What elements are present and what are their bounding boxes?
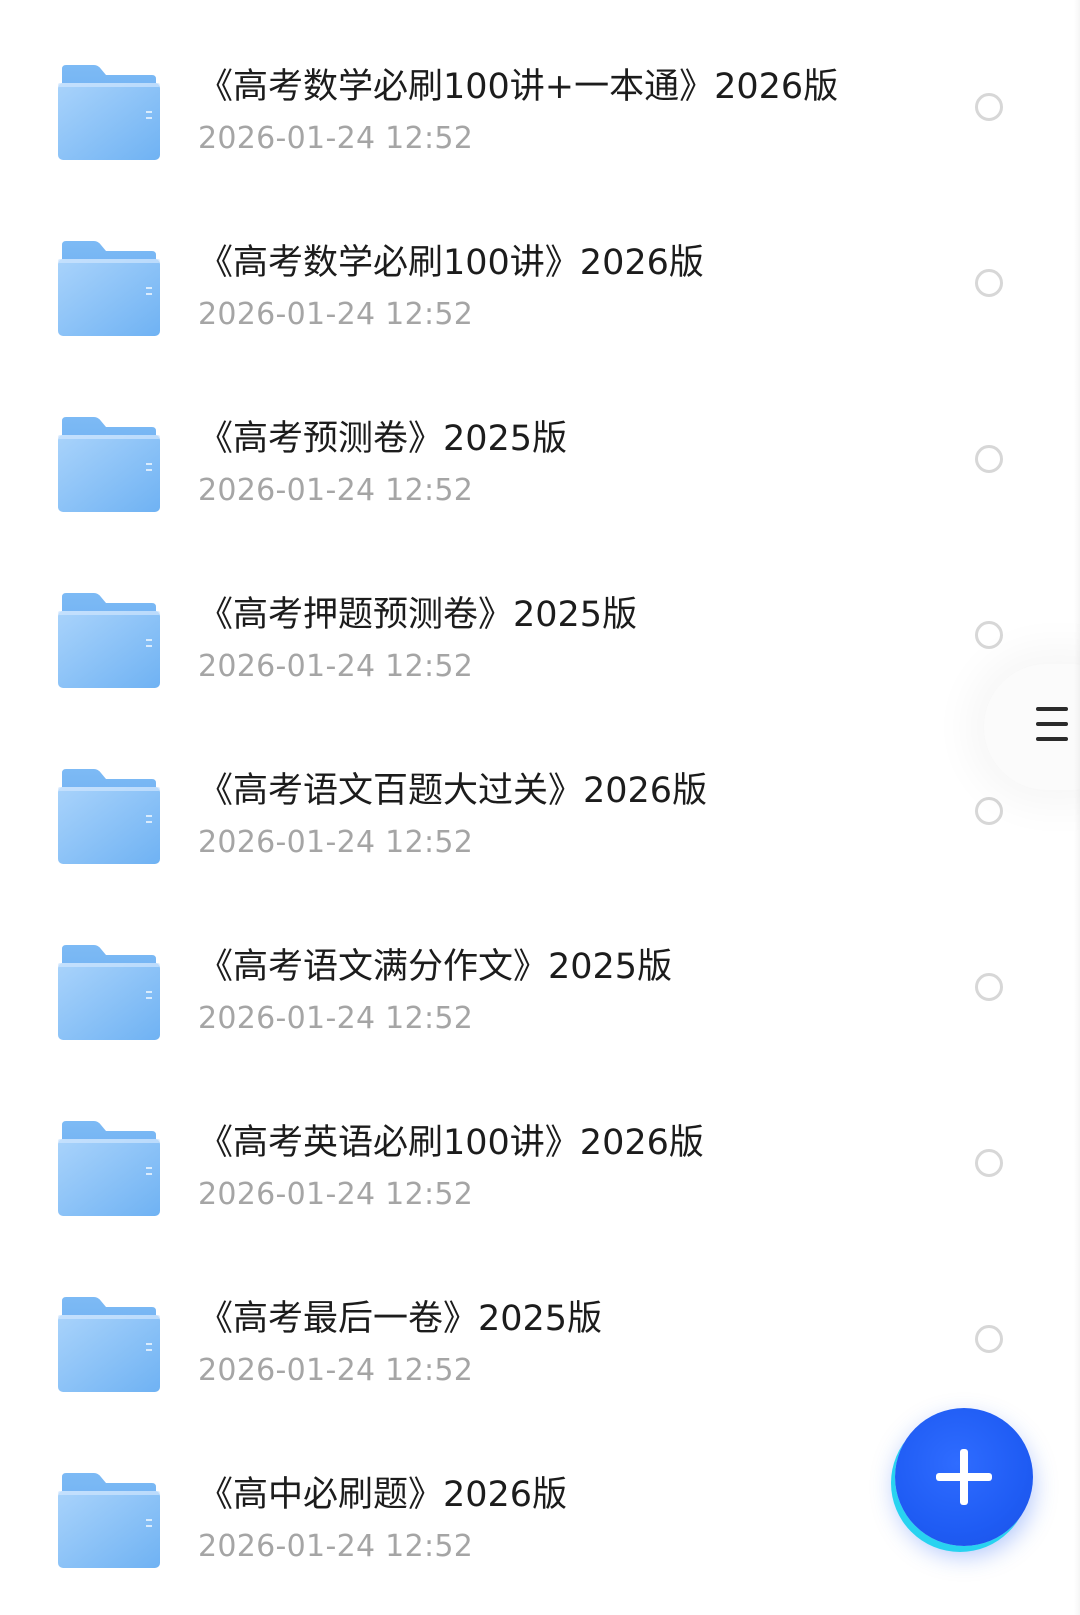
- file-name: 《高考数学必刷100讲+一本通》2026版: [198, 67, 839, 107]
- folder-icon: [58, 945, 160, 1040]
- folder-icon: [58, 241, 160, 336]
- file-row[interactable]: 《高考最后一卷》2025版 2026-01-24 12:52: [0, 1257, 1080, 1433]
- select-radio[interactable]: [975, 93, 1003, 121]
- file-modified-date: 2026-01-24 12:52: [198, 473, 474, 508]
- file-row[interactable]: 《高考数学必刷100讲》2026版 2026-01-24 12:52: [0, 201, 1080, 377]
- edge-shade: [1074, 0, 1080, 1615]
- file-name: 《高考预测卷》2025版: [198, 419, 568, 459]
- file-row[interactable]: 《高考英语必刷100讲》2026版 2026-01-24 12:52: [0, 1081, 1080, 1257]
- select-radio[interactable]: [975, 797, 1003, 825]
- file-name: 《高考英语必刷100讲》2026版: [198, 1123, 704, 1163]
- folder-icon: [58, 1297, 160, 1392]
- file-row[interactable]: 《高考预测卷》2025版 2026-01-24 12:52: [0, 377, 1080, 553]
- folder-icon: [58, 1473, 160, 1568]
- file-row[interactable]: 《高考数学必刷100讲+一本通》2026版 2026-01-24 12:52: [0, 25, 1080, 201]
- file-row[interactable]: 《高考语文百题大过关》2026版 2026-01-24 12:52: [0, 729, 1080, 905]
- file-name: 《高考最后一卷》2025版: [198, 1299, 603, 1339]
- select-radio[interactable]: [975, 1149, 1003, 1177]
- plus-icon: [936, 1449, 992, 1505]
- file-row[interactable]: 《高考押题预测卷》2025版 2026-01-24 12:52: [0, 553, 1080, 729]
- file-name: 《高考数学必刷100讲》2026版: [198, 243, 704, 283]
- file-row[interactable]: 《高考语文满分作文》2025版 2026-01-24 12:52: [0, 905, 1080, 1081]
- select-radio[interactable]: [975, 621, 1003, 649]
- file-name: 《高考押题预测卷》2025版: [198, 595, 638, 635]
- file-modified-date: 2026-01-24 12:52: [198, 121, 474, 156]
- select-radio[interactable]: [975, 269, 1003, 297]
- folder-icon: [58, 1121, 160, 1216]
- folder-icon: [58, 65, 160, 160]
- file-modified-date: 2026-01-24 12:52: [198, 1353, 474, 1388]
- file-modified-date: 2026-01-24 12:52: [198, 649, 474, 684]
- menu-lines-icon[interactable]: [1036, 707, 1068, 741]
- folder-icon: [58, 769, 160, 864]
- file-modified-date: 2026-01-24 12:52: [198, 1001, 474, 1036]
- file-modified-date: 2026-01-24 12:52: [198, 297, 474, 332]
- file-name: 《高考语文满分作文》2025版: [198, 947, 673, 987]
- file-modified-date: 2026-01-24 12:52: [198, 825, 474, 860]
- select-radio[interactable]: [975, 973, 1003, 1001]
- folder-icon: [58, 593, 160, 688]
- file-list: 《高考数学必刷100讲+一本通》2026版 2026-01-24 12:52 《…: [0, 25, 1080, 1609]
- file-modified-date: 2026-01-24 12:52: [198, 1529, 474, 1564]
- folder-icon: [58, 417, 160, 512]
- select-radio[interactable]: [975, 1325, 1003, 1353]
- add-button[interactable]: [895, 1408, 1033, 1546]
- file-name: 《高考语文百题大过关》2026版: [198, 771, 708, 811]
- file-name: 《高中必刷题》2026版: [198, 1475, 568, 1515]
- select-radio[interactable]: [975, 445, 1003, 473]
- file-modified-date: 2026-01-24 12:52: [198, 1177, 474, 1212]
